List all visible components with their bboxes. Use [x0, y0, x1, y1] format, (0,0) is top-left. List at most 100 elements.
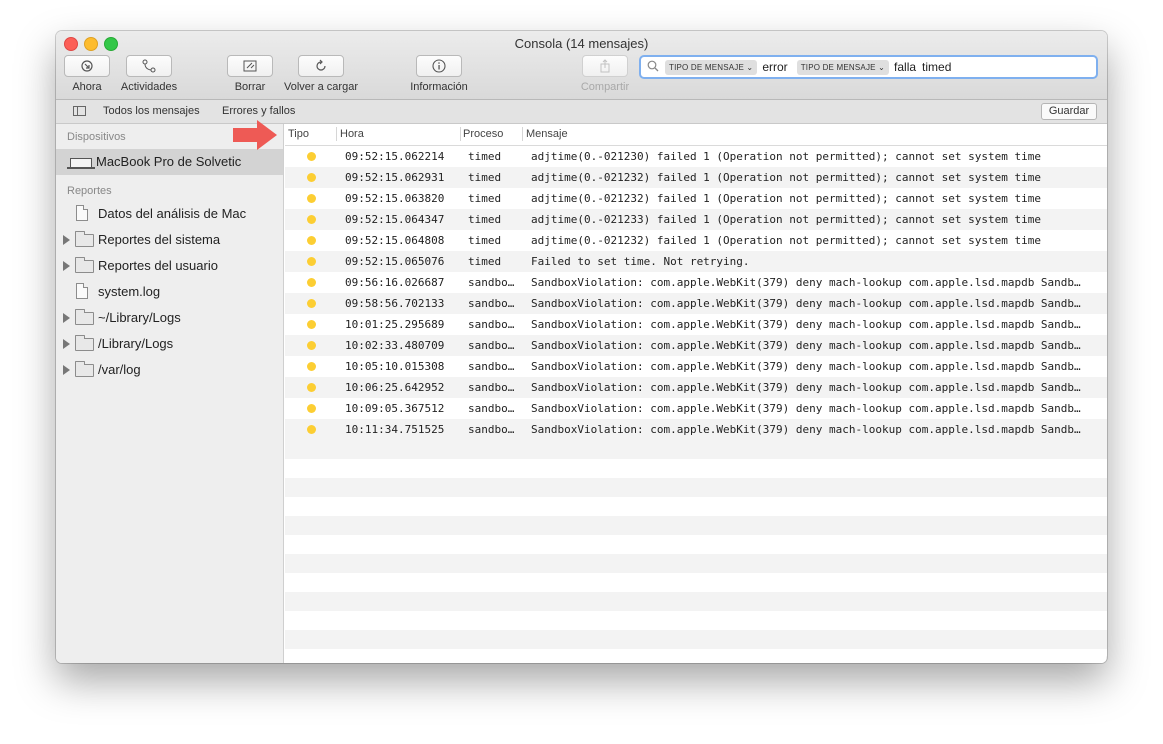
table-row[interactable]: 09:52:15.065076 timed Failed to set time. …: [285, 251, 1107, 272]
now-icon: [81, 60, 93, 72]
console-window: Consola (14 mensajes) Ahora Actividades …: [56, 31, 1107, 663]
message-type-dot-icon: [307, 425, 316, 434]
sidebar-item-library-logs[interactable]: /Library/Logs: [56, 331, 283, 357]
folder-icon: [75, 257, 94, 273]
process-cell: sandbo…: [468, 423, 515, 436]
sidebar-item-label: Reportes del usuario: [98, 258, 218, 273]
search-token-type-1[interactable]: TIPO DE MENSAJE ⌄: [665, 59, 758, 75]
table-row[interactable]: 10:01:25.295689 sandbo… SandboxViolation: …: [285, 314, 1107, 335]
activities-label: Actividades: [120, 81, 178, 93]
sidebar-item-user-reports[interactable]: Reportes del usuario: [56, 253, 283, 279]
laptop-icon: [67, 158, 95, 169]
sidebar-item-system-reports[interactable]: Reportes del sistema: [56, 227, 283, 253]
message-cell: SandboxViolation: com.apple.WebKit(379) …: [531, 276, 1081, 289]
sidebar-item-label: system.log: [98, 284, 161, 299]
table-row[interactable]: 10:06:25.642952 sandbo… SandboxViolation: …: [285, 377, 1107, 398]
now-label: Ahora: [72, 81, 102, 93]
time-cell: 09:56:16.026687: [345, 276, 445, 289]
disclosure-triangle-icon[interactable]: [63, 365, 70, 375]
search-icon: [641, 60, 665, 75]
sidebar-item-user-library-logs[interactable]: ~/Library/Logs: [56, 305, 283, 331]
search-token-value-2[interactable]: falla: [894, 60, 916, 74]
sidebar-item-analysis-data[interactable]: Datos del análisis de Mac: [56, 201, 283, 227]
message-type-dot-icon: [307, 299, 316, 308]
clear-icon: [243, 60, 257, 72]
table-row[interactable]: 09:52:15.062931 timed adjtime(0.-021232) f…: [285, 167, 1107, 188]
search-text[interactable]: timed: [922, 60, 951, 74]
message-cell: adjtime(0.-021233) failed 1 (Operation n…: [531, 213, 1041, 226]
sidebar-item-system-log[interactable]: system.log: [56, 279, 283, 305]
column-divider[interactable]: [336, 127, 337, 141]
table-rows: 09:52:15.062214 timed adjtime(0.-021230) f…: [285, 146, 1107, 440]
sidebar-item-var-log[interactable]: /var/log: [56, 357, 283, 383]
table-row[interactable]: 09:52:15.064347 timed adjtime(0.-021233) f…: [285, 209, 1107, 230]
message-type-dot-icon: [307, 341, 316, 350]
sidebar-device-item[interactable]: MacBook Pro de Solvetic: [56, 149, 283, 175]
activities-button[interactable]: [126, 55, 172, 77]
devices-header: Dispositivos: [67, 131, 126, 143]
info-label: Información: [410, 81, 468, 93]
message-cell: SandboxViolation: com.apple.WebKit(379) …: [531, 381, 1081, 394]
process-cell: timed: [468, 150, 502, 163]
column-divider[interactable]: [522, 127, 523, 141]
disclosure-triangle-icon[interactable]: [63, 339, 70, 349]
process-cell: sandbo…: [468, 276, 515, 289]
sidebar-toggle-icon[interactable]: [73, 106, 86, 116]
share-button[interactable]: [582, 55, 628, 77]
document-icon: [76, 283, 88, 299]
filter-all-messages[interactable]: Todos los mensajes: [103, 105, 200, 117]
search-token-type-2[interactable]: TIPO DE MENSAJE ⌄: [796, 59, 890, 75]
table-row[interactable]: 09:52:15.064808 timed adjtime(0.-021232) f…: [285, 230, 1107, 251]
disclosure-triangle-icon[interactable]: [63, 261, 70, 271]
clear-button[interactable]: [227, 55, 273, 77]
time-cell: 09:52:15.064347: [345, 213, 445, 226]
sidebar-item-label: /var/log: [98, 362, 141, 377]
table-row[interactable]: 10:02:33.480709 sandbo… SandboxViolation: …: [285, 335, 1107, 356]
message-cell: adjtime(0.-021232) failed 1 (Operation n…: [531, 234, 1041, 247]
time-cell: 09:58:56.702133: [345, 297, 445, 310]
process-cell: timed: [468, 255, 502, 268]
message-cell: adjtime(0.-021232) failed 1 (Operation n…: [531, 192, 1041, 205]
sidebar-item-label: Reportes del sistema: [98, 232, 221, 247]
table-row[interactable]: 10:09:05.367512 sandbo… SandboxViolation: …: [285, 398, 1107, 419]
info-button[interactable]: [416, 55, 462, 77]
message-type-dot-icon: [307, 215, 316, 224]
table-row[interactable]: 09:56:16.026687 sandbo… SandboxViolation: …: [285, 272, 1107, 293]
search-token-value-1[interactable]: error: [762, 60, 787, 74]
message-type-dot-icon: [307, 173, 316, 182]
message-type-dot-icon: [307, 383, 316, 392]
column-header-type[interactable]: Tipo: [288, 128, 309, 140]
filter-errors-faults[interactable]: Errores y fallos: [222, 105, 295, 117]
process-cell: timed: [468, 234, 502, 247]
column-header-message[interactable]: Mensaje: [526, 128, 568, 140]
column-header-time[interactable]: Hora: [340, 128, 364, 140]
time-cell: 09:52:15.062931: [345, 171, 445, 184]
save-button[interactable]: Guardar: [1041, 103, 1097, 120]
table-row[interactable]: 09:52:15.063820 timed adjtime(0.-021232) f…: [285, 188, 1107, 209]
process-cell: timed: [468, 213, 502, 226]
table-row[interactable]: 09:58:56.702133 sandbo… SandboxViolation: …: [285, 293, 1107, 314]
filter-bar: Todos los mensajes Errores y fallos Guar…: [56, 100, 1107, 124]
process-cell: sandbo…: [468, 297, 515, 310]
reload-button[interactable]: [298, 55, 344, 77]
column-divider[interactable]: [460, 127, 461, 141]
disclosure-triangle-icon[interactable]: [63, 235, 70, 245]
sidebar-item-label: ~/Library/Logs: [98, 310, 181, 325]
message-table: Tipo Hora Proceso Mensaje 09:52:15.06221…: [285, 124, 1107, 663]
info-icon: [432, 59, 446, 73]
table-row[interactable]: 10:05:10.015308 sandbo… SandboxViolation: …: [285, 356, 1107, 377]
folder-icon: [75, 361, 94, 377]
message-type-dot-icon: [307, 278, 316, 287]
message-type-dot-icon: [307, 320, 316, 329]
disclosure-triangle-icon[interactable]: [63, 313, 70, 323]
column-header-process[interactable]: Proceso: [463, 128, 503, 140]
table-row[interactable]: 09:52:15.062214 timed adjtime(0.-021230) f…: [285, 146, 1107, 167]
search-field[interactable]: TIPO DE MENSAJE ⌄ error TIPO DE MENSAJE …: [639, 55, 1098, 79]
now-button[interactable]: [64, 55, 110, 77]
device-label: MacBook Pro de Solvetic: [96, 154, 242, 169]
message-cell: SandboxViolation: com.apple.WebKit(379) …: [531, 318, 1081, 331]
titlebar-toolbar: Consola (14 mensajes) Ahora Actividades …: [56, 31, 1107, 100]
message-type-dot-icon: [307, 236, 316, 245]
table-row[interactable]: 10:11:34.751525 sandbo… SandboxViolation: …: [285, 419, 1107, 440]
sidebar-item-label: /Library/Logs: [98, 336, 174, 351]
